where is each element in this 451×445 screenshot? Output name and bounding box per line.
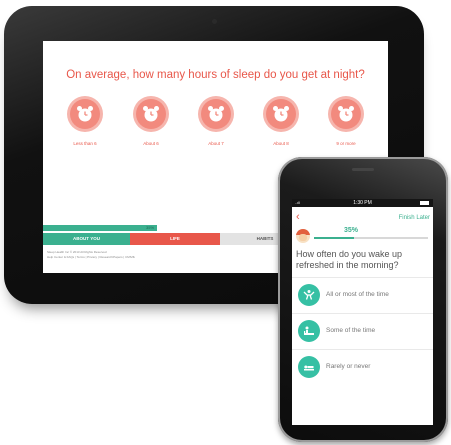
progress-percent: 35% xyxy=(146,225,155,230)
alarm-clock-icon xyxy=(266,99,296,129)
alarm-clock-icon xyxy=(70,99,100,129)
alarm-clock-icon xyxy=(331,99,361,129)
status-bar: ..ıll 1:30 PM xyxy=(292,199,433,207)
phone-screen: ..ıll 1:30 PM ‹ Finish Later 35% How oft… xyxy=(292,199,433,425)
option-label: 9 or more xyxy=(336,141,356,146)
finish-later-link[interactable]: Finish Later xyxy=(399,215,430,221)
answer-all-or-most[interactable]: All or most of the time xyxy=(292,277,433,314)
progress-fill xyxy=(43,225,157,231)
answer-some-of-the-time[interactable]: Some of the time xyxy=(292,313,433,350)
alarm-clock-icon xyxy=(136,99,166,129)
answer-label: Some of the time xyxy=(326,327,376,334)
phone-device: ..ıll 1:30 PM ‹ Finish Later 35% How oft… xyxy=(278,157,448,442)
answer-label: Rarely or never xyxy=(326,363,371,370)
progress-track xyxy=(314,237,428,239)
wake-question: How often do you wake up refreshed in th… xyxy=(296,249,403,270)
option-label: About 6 xyxy=(143,141,159,146)
option-label: About 7 xyxy=(208,141,224,146)
progress-fill xyxy=(314,237,354,239)
alarm-clock-icon xyxy=(201,99,231,129)
sleep-question: On average, how many hours of sleep do y… xyxy=(66,69,365,81)
footer-links[interactable]: Help Center & FAQs | Terms | Privacy | R… xyxy=(47,255,135,260)
option-less-than-6[interactable]: Less than 6 xyxy=(55,99,115,146)
avatar xyxy=(296,229,310,243)
option-about-7[interactable]: About 7 xyxy=(186,99,246,146)
chevron-left-icon[interactable]: ‹ xyxy=(296,212,300,223)
person-lying-icon xyxy=(298,356,320,378)
battery-icon xyxy=(420,201,429,205)
tablet-camera xyxy=(212,19,217,24)
tab-about-you[interactable]: ABOUT YOU xyxy=(43,233,130,245)
person-sitting-up-icon xyxy=(298,320,320,342)
tab-life[interactable]: LIFE xyxy=(130,233,220,245)
option-about-6[interactable]: About 6 xyxy=(121,99,181,146)
option-about-8[interactable]: About 8 xyxy=(251,99,311,146)
phone-speaker xyxy=(352,168,374,171)
answer-label: All or most of the time xyxy=(326,291,389,298)
person-jumping-icon xyxy=(298,284,320,306)
footer: Sleep Health Inc © 2013 All Rights Reser… xyxy=(47,250,135,260)
option-label: Less than 6 xyxy=(73,141,97,146)
option-9-or-more[interactable]: 9 or more xyxy=(316,99,376,146)
progress-percent: 35% xyxy=(344,227,359,234)
status-time: 1:30 PM xyxy=(353,200,372,206)
option-label: About 8 xyxy=(273,141,289,146)
answer-rarely-or-never[interactable]: Rarely or never xyxy=(292,349,433,386)
